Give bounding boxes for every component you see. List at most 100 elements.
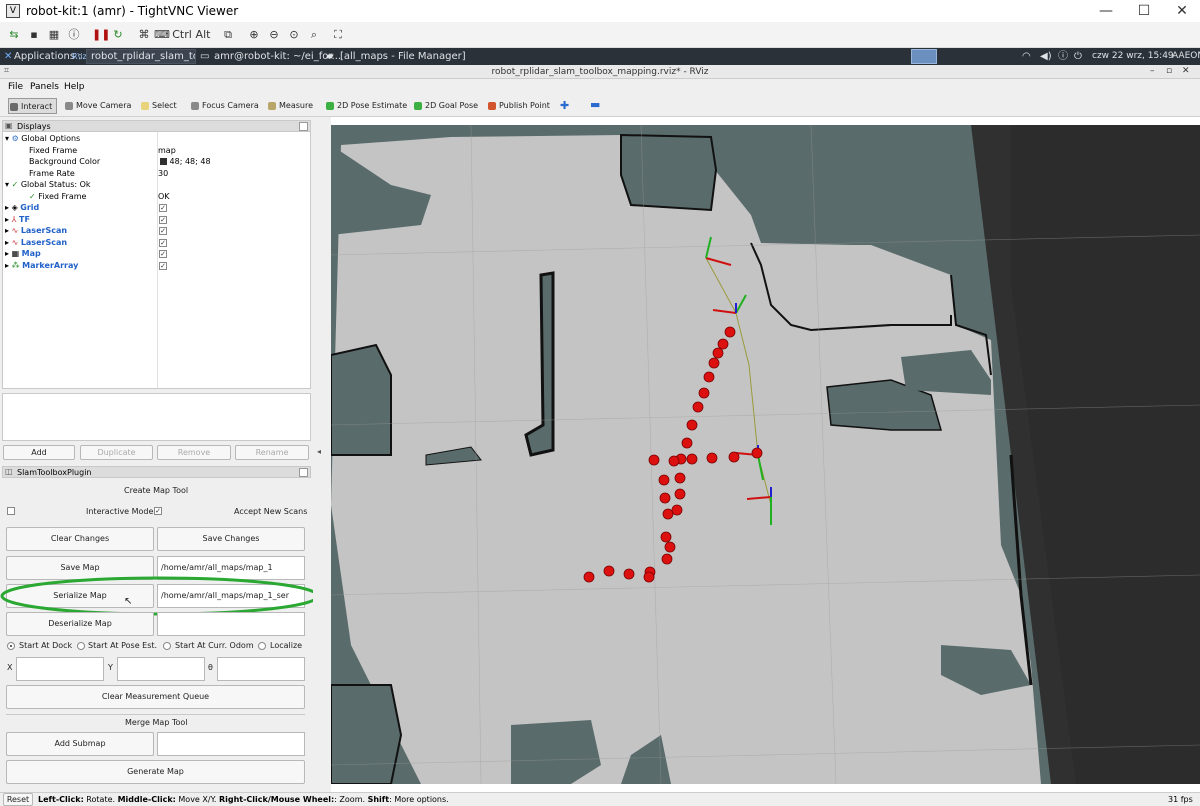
zoom-in-icon[interactable]: ⊕ bbox=[246, 26, 262, 44]
tree-row-laserscan-2[interactable]: ▸ ∿ LaserScan bbox=[5, 237, 67, 248]
remove-display-button[interactable]: Remove bbox=[157, 445, 231, 460]
start-at-odom-label: Start At Curr. Odom bbox=[175, 641, 254, 650]
remove-tool-icon[interactable]: ▬ bbox=[590, 98, 600, 111]
info-icon[interactable]: ⓘ bbox=[66, 26, 82, 44]
rename-display-button[interactable]: Rename bbox=[235, 445, 309, 460]
display-map-checkbox[interactable]: ✓ bbox=[159, 250, 167, 258]
ctrl-key-button[interactable]: Ctrl bbox=[172, 26, 192, 44]
frame-rate-value[interactable]: 30 bbox=[158, 168, 168, 179]
localize-radio[interactable] bbox=[258, 642, 266, 650]
expand-arrow-icon[interactable]: ▸ bbox=[5, 226, 9, 235]
rviz-maximize-icon[interactable]: ▫ bbox=[1166, 66, 1172, 76]
display-markerarray-checkbox[interactable]: ✓ bbox=[159, 262, 167, 270]
theta-input[interactable] bbox=[217, 657, 305, 681]
tool-publish-point[interactable]: Publish Point bbox=[487, 98, 550, 114]
tool-select[interactable]: Select bbox=[140, 98, 177, 114]
clipboard-icon[interactable]: ⧉ bbox=[220, 26, 236, 44]
reset-button[interactable]: Reset bbox=[3, 793, 33, 806]
generate-map-button[interactable]: Generate Map bbox=[6, 760, 305, 784]
fullscreen-icon[interactable]: ⛶ bbox=[330, 26, 346, 44]
display-tf-checkbox[interactable]: ✓ bbox=[159, 216, 167, 224]
tree-row-grid[interactable]: ▸ ◈ Grid bbox=[5, 202, 39, 213]
add-tool-icon[interactable]: ✚ bbox=[560, 99, 569, 112]
notification-icon[interactable]: ⓘ bbox=[1058, 48, 1068, 65]
workspace-switcher[interactable] bbox=[911, 49, 937, 64]
x-input[interactable] bbox=[16, 657, 104, 681]
start-at-dock-radio[interactable] bbox=[7, 642, 15, 650]
alt-key-button[interactable]: Alt bbox=[194, 26, 212, 44]
render-viewport[interactable] bbox=[331, 125, 1200, 784]
tree-row-markerarray[interactable]: ▸ ⁂ MarkerArray bbox=[5, 260, 78, 271]
deserialize-map-button[interactable]: Deserialize Map bbox=[6, 612, 154, 636]
expand-arrow-icon[interactable]: ▸ bbox=[5, 261, 9, 270]
display-laserscan-2-checkbox[interactable]: ✓ bbox=[159, 239, 167, 247]
start-at-odom-radio[interactable] bbox=[163, 642, 171, 650]
wifi-icon[interactable]: ◠ bbox=[1022, 48, 1031, 65]
tool-measure[interactable]: Measure bbox=[267, 98, 313, 114]
tree-row-laserscan-1[interactable]: ▸ ∿ LaserScan bbox=[5, 225, 67, 236]
submap-input[interactable] bbox=[157, 732, 305, 756]
rviz-launcher-icon[interactable]: R\iz bbox=[72, 48, 87, 65]
taskbar-item-rviz[interactable]: robot_rplidar_slam_tool... bbox=[86, 49, 196, 64]
ctrl-alt-del-icon[interactable]: ⌨ bbox=[154, 26, 170, 44]
rviz-close-icon[interactable]: ✕ bbox=[1182, 66, 1190, 76]
maximize-button[interactable]: ☐ bbox=[1124, 0, 1164, 22]
tool-2d-goal-pose[interactable]: 2D Goal Pose bbox=[413, 98, 478, 114]
dock-splitter[interactable]: ◂ bbox=[313, 117, 331, 793]
volume-icon[interactable]: ◀) bbox=[1040, 48, 1052, 65]
power-icon[interactable]: ⏻ bbox=[1074, 48, 1082, 65]
zoom-fit-icon[interactable]: ⌕ bbox=[306, 26, 322, 44]
background-color-value[interactable]: 48; 48; 48 bbox=[160, 156, 211, 167]
save-icon[interactable]: ▪ bbox=[26, 26, 42, 44]
tree-row-tf[interactable]: ▸ ⅄ TF bbox=[5, 214, 30, 225]
display-laserscan-1-checkbox[interactable]: ✓ bbox=[159, 227, 167, 235]
minimize-button[interactable]: — bbox=[1086, 0, 1126, 22]
duplicate-display-button[interactable]: Duplicate bbox=[80, 445, 153, 460]
pause-icon[interactable]: ❚❚ bbox=[92, 26, 110, 44]
add-display-button[interactable]: Add bbox=[3, 445, 75, 460]
displays-panel-float-icon[interactable] bbox=[299, 122, 308, 131]
menu-file[interactable]: File bbox=[8, 79, 23, 95]
terminal-icon: ▭ bbox=[200, 51, 210, 62]
deserialize-map-path-input[interactable] bbox=[157, 612, 305, 636]
tool-move-camera[interactable]: Move Camera bbox=[64, 98, 131, 114]
taskbar-item-file-manager[interactable]: [all_maps - File Manager] bbox=[340, 48, 466, 65]
rviz-minimize-icon[interactable]: – bbox=[1150, 66, 1155, 76]
taskbar-item-terminal[interactable]: amr@robot-kit: ~/ei_for... bbox=[214, 48, 341, 65]
menu-panels[interactable]: Panels bbox=[30, 79, 59, 95]
tool-2d-pose-estimate[interactable]: 2D Pose Estimate bbox=[325, 98, 407, 114]
interactive-mode-checkbox[interactable]: ✓ bbox=[154, 507, 162, 515]
tool-interact[interactable]: Interact bbox=[8, 98, 58, 114]
expand-arrow-icon[interactable]: ▸ bbox=[5, 203, 9, 212]
expand-arrow-icon[interactable]: ▸ bbox=[5, 215, 9, 224]
tree-row-map[interactable]: ▸ ▦ Map bbox=[5, 248, 41, 259]
send-keys-icon[interactable]: ⌘ bbox=[136, 26, 152, 44]
status-fixed-frame-value: OK bbox=[158, 192, 170, 201]
slam-panel-float-icon[interactable] bbox=[299, 468, 308, 477]
interactive-mode-left-checkbox[interactable] bbox=[7, 507, 15, 515]
zoom-out-icon[interactable]: ⊖ bbox=[266, 26, 282, 44]
fixed-frame-value[interactable]: map bbox=[158, 145, 176, 156]
options-icon[interactable]: ▦ bbox=[46, 26, 62, 44]
clear-measurement-queue-button[interactable]: Clear Measurement Queue bbox=[6, 685, 305, 709]
new-connection-icon[interactable]: ⇆ bbox=[6, 26, 22, 44]
display-grid-checkbox[interactable]: ✓ bbox=[159, 204, 167, 212]
start-at-pose-radio[interactable] bbox=[77, 642, 85, 650]
menu-help[interactable]: Help bbox=[64, 79, 85, 95]
add-submap-button[interactable]: Add Submap bbox=[6, 732, 154, 756]
zoom-100-icon[interactable]: ⊙ bbox=[286, 26, 302, 44]
collapse-arrow-icon[interactable]: ◂ bbox=[317, 447, 321, 456]
tool-focus-camera[interactable]: Focus Camera bbox=[190, 98, 259, 114]
expand-arrow-icon[interactable]: ▾ bbox=[5, 134, 9, 143]
refresh-icon[interactable]: ↻ bbox=[110, 26, 126, 44]
y-input[interactable] bbox=[117, 657, 205, 681]
close-button[interactable]: ✕ bbox=[1162, 0, 1200, 22]
expand-arrow-icon[interactable]: ▸ bbox=[5, 238, 9, 247]
clear-changes-button[interactable]: Clear Changes bbox=[6, 527, 154, 551]
expand-arrow-icon[interactable]: ▾ bbox=[5, 180, 9, 189]
tree-row-global-status[interactable]: ▾ ✓ Global Status: Ok bbox=[5, 179, 91, 190]
tree-row-global-options[interactable]: ▾ ⚙ Global Options bbox=[5, 133, 80, 144]
expand-arrow-icon[interactable]: ▸ bbox=[5, 249, 9, 258]
clock[interactable]: czw 22 wrz, 15:49 bbox=[1092, 48, 1174, 65]
save-changes-button[interactable]: Save Changes bbox=[157, 527, 305, 551]
